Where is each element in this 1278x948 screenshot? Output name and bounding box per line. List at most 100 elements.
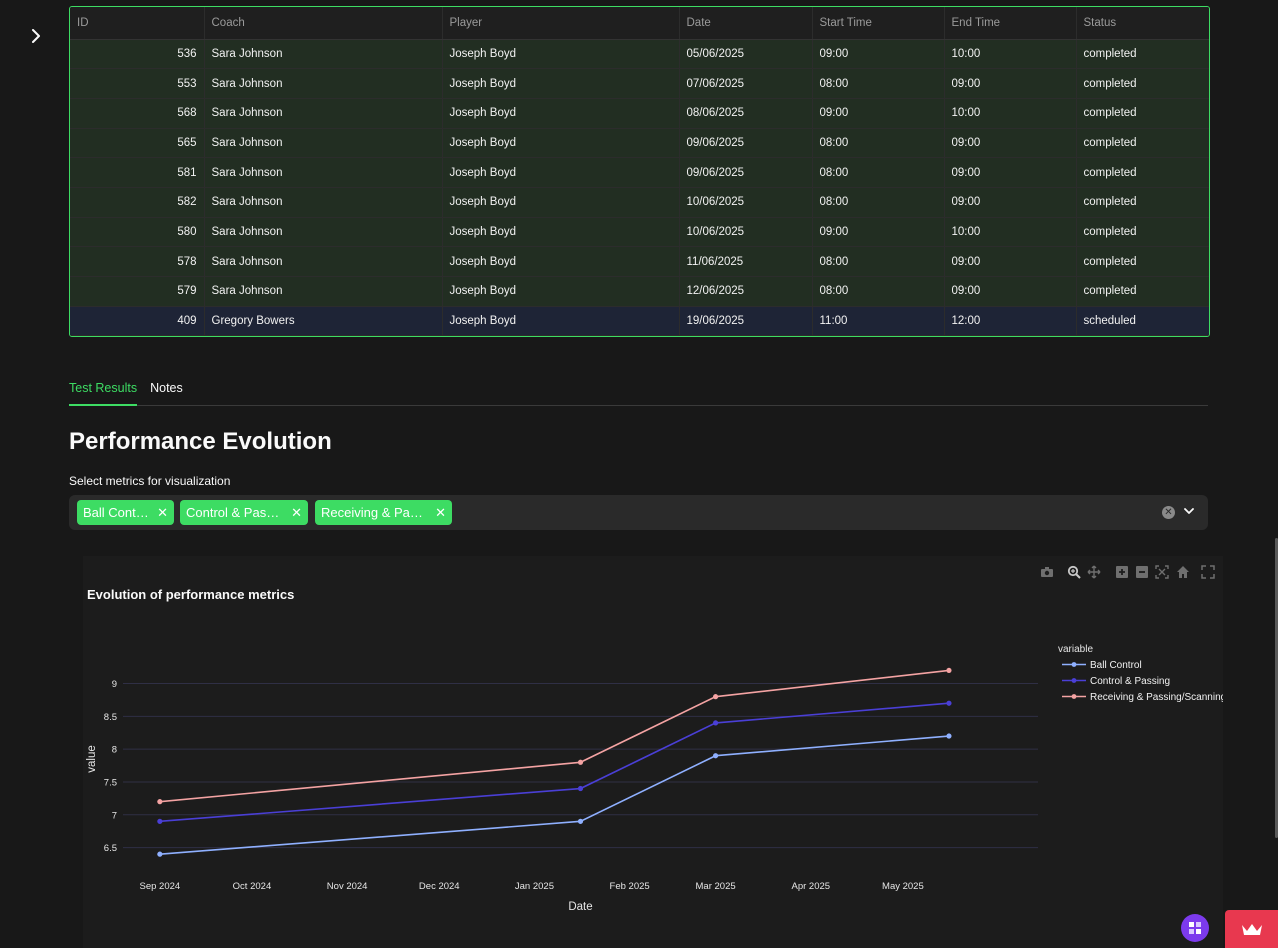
- y-tick-label: 7.5: [104, 777, 117, 788]
- data-point: [713, 753, 719, 759]
- table-cell-end: 09:00: [944, 68, 1077, 99]
- legend-item-label: Receiving & Passing/Scanning: [1090, 692, 1223, 703]
- table-cell-date: 05/06/2025: [679, 39, 813, 70]
- column-header[interactable]: Coach: [204, 7, 443, 40]
- legend-marker: [1071, 694, 1077, 699]
- table-cell-start: 09:00: [812, 217, 945, 248]
- table-cell-id: 578: [70, 246, 205, 277]
- data-point: [157, 851, 163, 857]
- y-axis-title: value: [86, 745, 98, 773]
- x-tick-label: Sep 2024: [140, 881, 181, 892]
- table-cell-end: 10:00: [944, 98, 1077, 129]
- x-tick-label: Apr 2025: [792, 881, 831, 892]
- table-cell-coach: Sara Johnson: [204, 39, 443, 70]
- chevron-down-icon[interactable]: [1182, 504, 1196, 518]
- chip-label: Control & Passing: [186, 505, 284, 520]
- x-tick-label: Mar 2025: [696, 881, 736, 892]
- table-cell-status: scheduled: [1076, 306, 1209, 336]
- table-cell-id: 409: [70, 306, 205, 336]
- table-row[interactable]: 582 Sara Johnson Joseph Boyd 10/06/2025 08:0…: [70, 187, 1209, 218]
- table-cell-id: 565: [70, 128, 205, 159]
- table-cell-id: 582: [70, 187, 205, 218]
- puzzle-icon: [1182, 915, 1208, 941]
- column-header[interactable]: Player: [442, 7, 680, 40]
- table-cell-player: Joseph Boyd: [442, 128, 680, 159]
- data-point: [946, 733, 952, 739]
- table-cell-coach: Sara Johnson: [204, 68, 443, 99]
- chip-label: Ball Control: [83, 505, 150, 520]
- table-cell-coach: Sara Johnson: [204, 276, 443, 307]
- table-row[interactable]: 568 Sara Johnson Joseph Boyd 08/06/2025 09:0…: [70, 98, 1209, 129]
- table-row[interactable]: 553 Sara Johnson Joseph Boyd 07/06/2025 08:0…: [70, 68, 1209, 99]
- table-cell-player: Joseph Boyd: [442, 98, 680, 129]
- tab-notes[interactable]: Notes: [150, 374, 183, 406]
- table-row[interactable]: 581 Sara Johnson Joseph Boyd 09/06/2025 08:0…: [70, 157, 1209, 188]
- table-row[interactable]: 409 Gregory Bowers Joseph Boyd 19/06/2025 11…: [70, 306, 1209, 336]
- table-cell-player: Joseph Boyd: [442, 68, 680, 99]
- table-cell-id: 581: [70, 157, 205, 188]
- table-cell-status: completed: [1076, 217, 1209, 248]
- tab-test-results[interactable]: Test Results: [69, 374, 138, 406]
- metric-chip-ball-control[interactable]: Ball Control ✕: [77, 500, 174, 525]
- table-header-row: ID Coach Player Date Start Time End Time Statu…: [70, 7, 1209, 40]
- sessions-table: ID Coach Player Date Start Time End Time Statu…: [69, 6, 1210, 337]
- clear-all-icon[interactable]: ✕: [1162, 506, 1175, 519]
- x-tick-label: Jan 2025: [515, 881, 554, 892]
- legend-item-label: Ball Control: [1090, 660, 1142, 671]
- column-header[interactable]: Date: [679, 7, 813, 40]
- table-cell-date: 09/06/2025: [679, 128, 813, 159]
- remove-chip-icon[interactable]: ✕: [157, 500, 168, 525]
- table-cell-status: completed: [1076, 98, 1209, 129]
- table-cell-coach: Sara Johnson: [204, 217, 443, 248]
- table-cell-player: Joseph Boyd: [442, 187, 680, 218]
- table-cell-player: Joseph Boyd: [442, 217, 680, 248]
- table-row[interactable]: 565 Sara Johnson Joseph Boyd 09/06/2025 08:0…: [70, 128, 1209, 159]
- x-tick-label: Dec 2024: [419, 881, 460, 892]
- table-cell-start: 08:00: [812, 246, 945, 277]
- column-header[interactable]: Start Time: [812, 7, 945, 40]
- table-cell-status: completed: [1076, 128, 1209, 159]
- table-cell-id: 536: [70, 39, 205, 70]
- table-cell-coach: Gregory Bowers: [204, 306, 443, 336]
- table-cell-start: 08:00: [812, 68, 945, 99]
- chip-label: Receiving & Pass...: [321, 505, 428, 520]
- table-cell-date: 11/06/2025: [679, 246, 813, 277]
- page-title: Performance Evolution: [69, 428, 332, 455]
- table-cell-date: 10/06/2025: [679, 187, 813, 218]
- table-cell-status: completed: [1076, 276, 1209, 307]
- table-row[interactable]: 536 Sara Johnson Joseph Boyd 05/06/2025 09:0…: [70, 39, 1209, 70]
- table-cell-status: completed: [1076, 157, 1209, 188]
- x-tick-label: Nov 2024: [327, 881, 368, 892]
- table-cell-start: 08:00: [812, 187, 945, 218]
- table-row[interactable]: 580 Sara Johnson Joseph Boyd 10/06/2025 09:0…: [70, 217, 1209, 248]
- table-cell-end: 09:00: [944, 187, 1077, 218]
- column-header[interactable]: End Time: [944, 7, 1077, 40]
- remove-chip-icon[interactable]: ✕: [435, 500, 446, 525]
- table-cell-player: Joseph Boyd: [442, 157, 680, 188]
- y-tick-label: 6.5: [104, 843, 117, 854]
- table-cell-coach: Sara Johnson: [204, 187, 443, 218]
- table-cell-start: 08:00: [812, 157, 945, 188]
- table-row[interactable]: 578 Sara Johnson Joseph Boyd 11/06/2025 08:0…: [70, 246, 1209, 277]
- table-cell-date: 12/06/2025: [679, 276, 813, 307]
- table-cell-id: 568: [70, 98, 205, 129]
- metrics-multiselect[interactable]: Ball Control ✕ Control & Passing ✕ Recei…: [69, 495, 1208, 530]
- y-tick-label: 8: [112, 745, 117, 756]
- table-cell-date: 09/06/2025: [679, 157, 813, 188]
- table-cell-end: 09:00: [944, 157, 1077, 188]
- table-cell-date: 07/06/2025: [679, 68, 813, 99]
- table-row[interactable]: 579 Sara Johnson Joseph Boyd 12/06/2025 08:0…: [70, 276, 1209, 307]
- metric-chip-receiving-passing[interactable]: Receiving & Pass... ✕: [315, 500, 452, 525]
- sidebar-expand-button[interactable]: [26, 26, 46, 46]
- streamlit-badge[interactable]: [1225, 910, 1278, 948]
- help-avatar-button[interactable]: [1181, 914, 1209, 942]
- series-line: [159, 702, 950, 823]
- column-header[interactable]: ID: [70, 7, 205, 40]
- metric-chip-control-passing[interactable]: Control & Passing ✕: [180, 500, 308, 525]
- remove-chip-icon[interactable]: ✕: [291, 500, 302, 525]
- table-cell-end: 09:00: [944, 246, 1077, 277]
- table-cell-status: completed: [1076, 39, 1209, 70]
- table-cell-player: Joseph Boyd: [442, 246, 680, 277]
- x-tick-label: Feb 2025: [610, 881, 650, 892]
- column-header[interactable]: Status: [1076, 7, 1209, 40]
